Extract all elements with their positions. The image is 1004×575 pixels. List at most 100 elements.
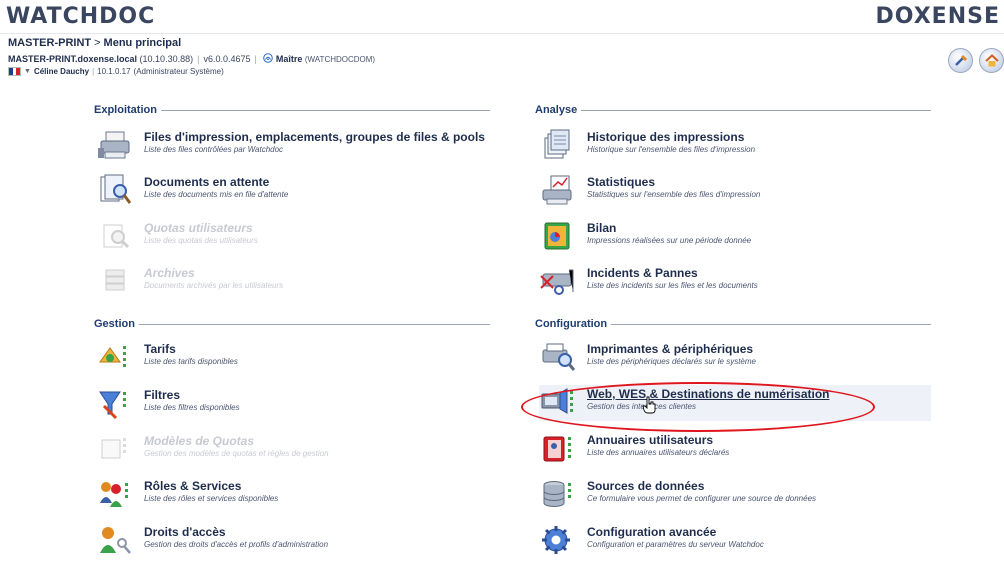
menu-item-title: Quotas utilisateurs bbox=[144, 221, 253, 235]
menu-item-title: Web, WES & Destinations de numérisation bbox=[587, 387, 830, 401]
printer-queue-icon bbox=[98, 131, 130, 159]
master-role-icon bbox=[263, 53, 274, 63]
menu-item-archives: Archives Documents archivés par les utili… bbox=[96, 264, 283, 300]
menu-item-access-rights[interactable]: Droits d'accès Gestion des droits d'accès… bbox=[96, 523, 328, 559]
user-info: ▼ Céline Dauchy | 10.1.0.17 (Administrat… bbox=[8, 67, 224, 76]
server-info: MASTER-PRINT.doxense.local (10.10.30.88)… bbox=[8, 53, 376, 64]
advanced-config-icon bbox=[542, 526, 570, 554]
report-icon bbox=[544, 222, 570, 250]
menu-item-subtitle: Liste des tarifs disponibles bbox=[144, 357, 238, 366]
menu-item-filters[interactable]: Filtres Liste des filtres disponibles bbox=[96, 386, 240, 422]
menu-item-subtitle: Gestion des modèles de quotas et règles … bbox=[144, 449, 329, 458]
server-host: MASTER-PRINT.doxense.local bbox=[8, 54, 138, 64]
section-title: Configuration bbox=[535, 318, 608, 330]
user-quotas-icon bbox=[103, 224, 130, 249]
menu-item-subtitle: Configuration et paramètres du serveur W… bbox=[587, 540, 764, 549]
header-actions bbox=[948, 48, 1004, 73]
language-dropdown-icon[interactable]: ▼ bbox=[24, 68, 31, 75]
menu-item-roles-services[interactable]: Rôles & Services Liste des rôles et servi… bbox=[96, 477, 278, 513]
breadcrumb-server[interactable]: MASTER-PRINT bbox=[8, 37, 91, 49]
user-ip: 10.1.0.17 bbox=[97, 67, 131, 76]
data-sources-icon bbox=[543, 481, 571, 507]
server-role-domain: (WATCHDOCDOM) bbox=[304, 55, 376, 64]
menu-item-title: Archives bbox=[144, 266, 195, 280]
menu-item-subtitle: Historique sur l'ensemble des files d'im… bbox=[587, 145, 756, 154]
menu-item-incidents[interactable]: Incidents & Pannes Liste des incidents su… bbox=[539, 264, 758, 300]
menu-item-subtitle: Documents archivés par les utilisateurs bbox=[144, 281, 284, 290]
print-history-icon bbox=[544, 129, 570, 159]
menu-item-quota-models: Modèles de Quotas Gestion des modèles de … bbox=[96, 432, 329, 468]
printers-devices-icon bbox=[542, 343, 576, 371]
menu-item-title: Configuration avancée bbox=[587, 525, 717, 539]
server-ip: (10.10.30.88) bbox=[139, 54, 194, 64]
menu-item-web-wes[interactable]: Web, WES & Destinations de numérisation G… bbox=[539, 385, 931, 421]
menu-item-subtitle: Ce formulaire vous permet de configurer … bbox=[587, 494, 817, 503]
menu-item-subtitle: Gestion des interfaces clientes bbox=[587, 402, 696, 411]
incidents-icon bbox=[540, 269, 574, 295]
menu-item-title: Annuaires utilisateurs bbox=[587, 433, 714, 447]
server-role: Maître bbox=[275, 54, 303, 64]
language-flag-icon[interactable] bbox=[8, 67, 21, 76]
menu-item-tariffs[interactable]: Tarifs Liste des tarifs disponibles bbox=[96, 340, 238, 376]
watchdoc-logo: WATCHDOC bbox=[6, 4, 156, 29]
statistics-icon bbox=[542, 175, 572, 205]
user-name: Céline Dauchy bbox=[33, 67, 90, 76]
breadcrumb-page: Menu principal bbox=[103, 37, 182, 49]
breadcrumb: MASTER-PRINT > Menu principal bbox=[8, 37, 181, 49]
menu-item-subtitle: Liste des annuaires utilisateurs déclaré… bbox=[587, 448, 730, 457]
menu-item-title: Rôles & Services bbox=[144, 479, 242, 493]
section-configuration: Configuration bbox=[535, 318, 931, 330]
menu-item-title: Filtres bbox=[144, 388, 181, 402]
menu-item-statistics[interactable]: Statistiques Statistiques sur l'ensemble … bbox=[539, 173, 760, 209]
menu-item-subtitle: Statistiques sur l'ensemble des files d'… bbox=[587, 190, 761, 199]
header-divider bbox=[0, 33, 1004, 34]
hand-cursor-icon bbox=[642, 396, 656, 414]
tools-button[interactable] bbox=[948, 48, 973, 73]
section-title: Exploitation bbox=[94, 104, 157, 116]
section-gestion: Gestion bbox=[94, 318, 490, 330]
menu-item-user-quotas: Quotas utilisateurs Liste des quotas des … bbox=[96, 219, 258, 255]
breadcrumb-separator: > bbox=[94, 37, 101, 49]
server-version: v6.0.0.4675 bbox=[203, 54, 251, 64]
menu-item-title: Droits d'accès bbox=[144, 525, 226, 539]
user-role: (Administrateur Système) bbox=[133, 67, 224, 76]
section-title: Gestion bbox=[94, 318, 135, 330]
menu-item-title: Imprimantes & périphériques bbox=[587, 342, 754, 356]
tariffs-icon bbox=[99, 346, 126, 367]
filters-icon bbox=[99, 391, 126, 420]
menu-item-subtitle: Liste des files contrôlées par Watchdoc bbox=[144, 145, 284, 154]
section-title: Analyse bbox=[535, 104, 578, 116]
section-exploitation: Exploitation bbox=[94, 104, 490, 116]
menu-item-title: Historique des impressions bbox=[587, 130, 745, 144]
menu-item-title: Sources de données bbox=[587, 479, 705, 493]
home-button[interactable] bbox=[979, 48, 1004, 73]
menu-item-subtitle: Impressions réalisées sur une période do… bbox=[587, 236, 752, 245]
web-wes-icon bbox=[541, 388, 573, 414]
menu-item-subtitle: Liste des documents mis en file d'attent… bbox=[144, 190, 289, 199]
menu-item-subtitle: Liste des incidents sur les files et les… bbox=[587, 281, 758, 290]
menu-item-print-history[interactable]: Historique des impressions Historique sur… bbox=[539, 128, 755, 164]
menu-item-subtitle: Liste des quotas des utilisateurs bbox=[144, 236, 258, 245]
menu-item-report[interactable]: Bilan Impressions réalisées sur une pério… bbox=[539, 219, 751, 255]
archives-icon bbox=[105, 269, 125, 291]
menu-item-pending-documents[interactable]: Documents en attente Liste des documents … bbox=[96, 173, 288, 209]
home-icon bbox=[984, 53, 999, 66]
menu-item-subtitle: Liste des filtres disponibles bbox=[144, 403, 240, 412]
section-analyse: Analyse bbox=[535, 104, 931, 116]
menu-item-data-sources[interactable]: Sources de données Ce formulaire vous per… bbox=[539, 477, 816, 513]
menu-item-printers-devices[interactable]: Imprimantes & périphériques Liste des pér… bbox=[539, 340, 756, 376]
menu-item-subtitle: Gestion des droits d'accès et profils d'… bbox=[144, 540, 329, 549]
menu-item-title: Incidents & Pannes bbox=[587, 266, 698, 280]
menu-item-title: Documents en attente bbox=[144, 175, 270, 189]
menu-item-subtitle: Liste des périphériques déclarés sur le … bbox=[587, 357, 756, 366]
menu-item-title: Statistiques bbox=[587, 175, 656, 189]
menu-item-advanced-config[interactable]: Configuration avancée Configuration et pa… bbox=[539, 523, 764, 559]
roles-services-icon bbox=[100, 482, 128, 507]
menu-item-subtitle: Liste des rôles et services disponibles bbox=[144, 494, 279, 503]
doxense-logo: DOXENSE bbox=[875, 4, 1000, 29]
menu-item-title: Files d'impression, emplacements, groupe… bbox=[144, 130, 485, 144]
menu-item-user-directories[interactable]: Annuaires utilisateurs Liste des annuaire… bbox=[539, 431, 729, 467]
user-directories-icon bbox=[543, 436, 571, 462]
menu-item-files[interactable]: Files d'impression, emplacements, groupe… bbox=[96, 128, 485, 164]
tools-icon bbox=[954, 54, 967, 66]
